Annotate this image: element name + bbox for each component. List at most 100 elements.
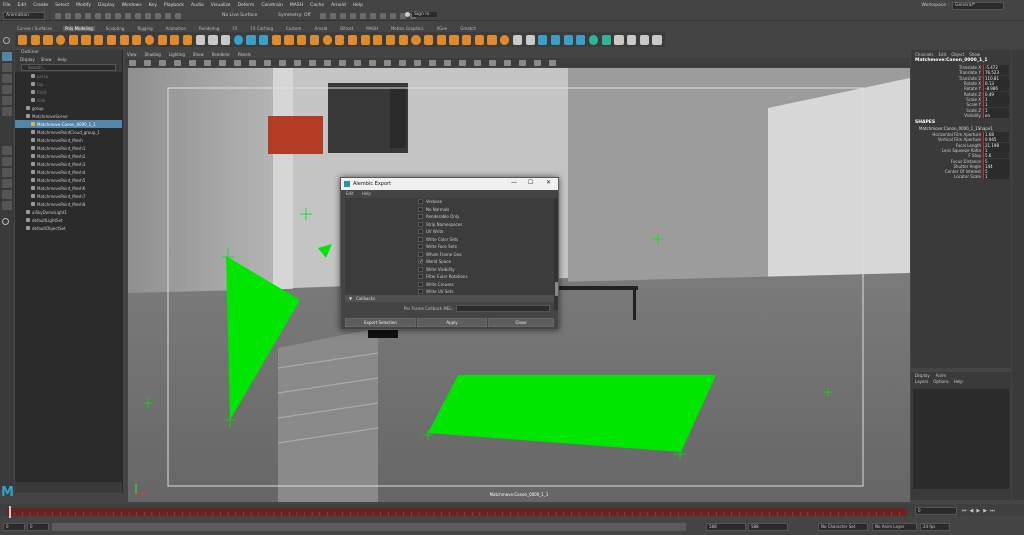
outliner-item[interactable]: aiSkyDomeLight1 — [15, 208, 122, 216]
side-tab-rail[interactable] — [1012, 50, 1024, 500]
menu-help[interactable]: Help — [353, 3, 363, 8]
dialog-titlebar[interactable]: Alembic Export — ☐ ✕ — [341, 178, 558, 190]
motion-blur-icon[interactable] — [429, 59, 436, 66]
wedge-icon[interactable] — [474, 34, 484, 45]
no-normals-checkbox[interactable] — [418, 206, 423, 212]
film-gate-icon[interactable] — [234, 59, 241, 66]
delete-history-icon[interactable] — [614, 34, 624, 45]
connect-icon[interactable] — [411, 34, 421, 45]
viewport-menu-shading[interactable]: Shading — [145, 52, 161, 57]
outliner-item[interactable]: persp — [15, 72, 122, 80]
menu-file[interactable]: File — [3, 3, 11, 8]
light-editor-icon[interactable] — [390, 13, 396, 19]
channel-attr-value[interactable]: -5.472 — [983, 65, 1009, 71]
range-start-field[interactable]: 0 — [3, 523, 25, 531]
outliner-item[interactable]: MatchmoveScene — [15, 112, 122, 120]
dialog-menu-edit[interactable]: Edit — [346, 191, 354, 196]
paint-select-icon[interactable] — [2, 74, 12, 83]
outliner-item[interactable]: MatchmovePoint_Mesh6 — [15, 184, 122, 192]
channel-box-menu-show[interactable]: Show — [969, 52, 980, 57]
channel-box-menu-edit[interactable]: Edit — [939, 52, 947, 57]
combine-icon[interactable] — [233, 34, 243, 45]
snap-view-icon[interactable] — [165, 13, 171, 19]
xray-joints-icon[interactable] — [489, 59, 496, 66]
bookmarks-icon[interactable] — [159, 59, 166, 66]
channel-attr-value[interactable]: 76.523 — [983, 70, 1009, 76]
shelf-tab-sculpting[interactable]: Sculpting — [104, 26, 127, 31]
arnold-render-icon[interactable] — [380, 13, 386, 19]
option-write-face-sets[interactable]: Write Face Sets — [345, 243, 554, 251]
close-icon[interactable]: ✕ — [546, 179, 551, 186]
channel-attr-row[interactable]: Locator Scale 1 — [911, 174, 1011, 180]
select-component-icon[interactable] — [125, 13, 131, 19]
whole-frame-geo-checkbox[interactable] — [418, 251, 423, 257]
channel-attr-value[interactable]: 0.945 — [983, 137, 1009, 143]
extract-icon[interactable] — [271, 34, 281, 45]
cube-icon[interactable] — [30, 34, 40, 45]
wireframe-icon[interactable] — [324, 59, 331, 66]
channel-attr-value[interactable]: 1 — [983, 174, 1009, 180]
menu-create[interactable]: Create — [33, 3, 48, 8]
select-camera-icon[interactable] — [129, 59, 136, 66]
fps-dropdown[interactable]: 24 fps — [920, 523, 950, 531]
lasso-tool-icon[interactable] — [2, 63, 12, 72]
anti-aliasing-icon[interactable] — [444, 59, 451, 66]
channel-attr-value[interactable]: 21.198 — [983, 142, 1009, 148]
shelf-tab-arnold[interactable]: Arnold — [312, 26, 329, 31]
circularize-icon[interactable] — [487, 34, 497, 45]
outliner-search-input[interactable]: Search... — [21, 64, 116, 71]
menu-visualize[interactable]: Visualize — [211, 3, 231, 8]
channel-attr-value[interactable]: 0.13 — [983, 81, 1009, 87]
shelf-tab-bifrost[interactable]: Bifrost — [338, 26, 355, 31]
helix-icon[interactable] — [144, 34, 155, 45]
renderable-only-checkbox[interactable] — [418, 214, 423, 220]
channel-attr-value[interactable]: 5 — [983, 158, 1009, 164]
option-filter-euler-rotations[interactable]: Filter Euler Rotations — [345, 273, 554, 281]
hypershade-icon[interactable] — [360, 13, 366, 19]
step-forward-icon[interactable]: ▶ — [983, 508, 987, 514]
symmetry-label[interactable]: Symmetry: Off — [278, 13, 311, 18]
cylinder-icon[interactable] — [43, 34, 53, 45]
playback-end-field[interactable]: 588 — [706, 523, 746, 531]
play-icon[interactable]: ▶ — [976, 508, 980, 514]
channel-attr-value[interactable]: -8.986 — [983, 86, 1009, 92]
close-button[interactable]: Close — [488, 318, 554, 327]
layer-menu-layers[interactable]: Layers — [915, 379, 928, 384]
shelf-settings-icon[interactable] — [3, 37, 10, 44]
outliner-layout-icon[interactable] — [2, 190, 12, 199]
outliner-item[interactable]: defaultLightSet — [15, 216, 122, 224]
channel-box-menu-channels[interactable]: Channels — [915, 52, 934, 57]
channel-attr-value[interactable]: 1 — [983, 107, 1009, 113]
smooth-shade-icon[interactable] — [339, 59, 346, 66]
safe-title-icon[interactable] — [309, 59, 316, 66]
xray-icon[interactable] — [474, 59, 481, 66]
shelf-tab-rigging[interactable]: Rigging — [135, 26, 154, 31]
channel-attr-value[interactable]: 0.49 — [983, 91, 1009, 97]
snap-point-icon[interactable] — [155, 13, 161, 19]
pyramid-icon[interactable] — [119, 34, 129, 45]
menu-set-dropdown[interactable]: Animation — [3, 12, 45, 20]
new-scene-icon[interactable] — [55, 13, 61, 19]
channel-attr-value[interactable]: 5 — [983, 169, 1009, 175]
svg-icon[interactable] — [221, 34, 231, 45]
menu-display[interactable]: Display — [98, 3, 115, 8]
channel-attr-value[interactable]: 1.68 — [983, 132, 1009, 138]
layer-tab-display[interactable]: Display — [915, 373, 930, 378]
grease-pencil-icon[interactable] — [204, 59, 211, 66]
move-tool-icon[interactable] — [2, 85, 12, 94]
target-weld-icon[interactable] — [398, 34, 408, 45]
channel-attr-value[interactable]: 1 — [983, 96, 1009, 102]
uv-write-checkbox[interactable] — [418, 229, 423, 235]
viewport-menu-lighting[interactable]: Lighting — [169, 52, 185, 57]
outliner-item[interactable]: MatchmovePoint_Mesh1 — [15, 144, 122, 152]
fill-hole-icon[interactable] — [373, 34, 383, 45]
channel-attr-value[interactable]: 5.6 — [983, 153, 1009, 159]
no-live-surface-label[interactable]: No Live Surface — [222, 13, 257, 18]
single-perspective-layout-icon[interactable] — [2, 146, 12, 155]
sign-in-dropdown[interactable]: Sign In — [412, 12, 438, 17]
multi-cut-icon[interactable] — [385, 34, 396, 45]
option-uv-write[interactable]: UV Write — [345, 228, 554, 236]
viewport-menu-view[interactable]: View — [127, 52, 137, 57]
redo-icon[interactable] — [95, 13, 101, 19]
layer-list[interactable] — [913, 389, 1009, 489]
